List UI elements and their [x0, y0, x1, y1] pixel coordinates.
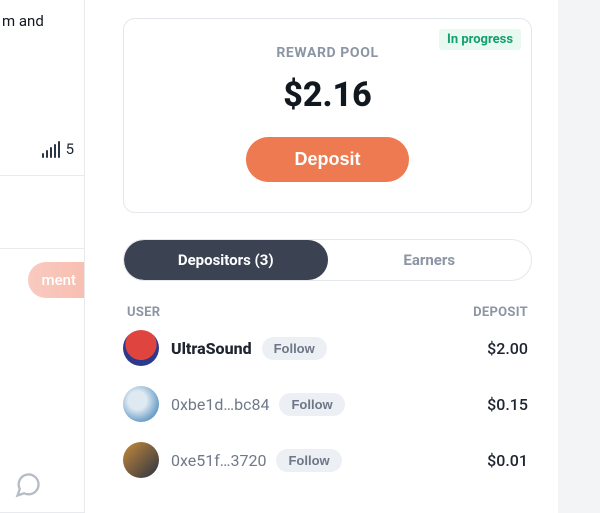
avatar[interactable]: [123, 386, 159, 422]
header-user: USER: [127, 305, 160, 320]
table-row: UltraSound Follow $2.00: [123, 320, 532, 376]
deposit-amount: $0.01: [487, 451, 532, 470]
avatar[interactable]: [123, 442, 159, 478]
tab-depositors[interactable]: Depositors (3): [124, 240, 328, 280]
chat-icon[interactable]: [14, 471, 42, 499]
pool-amount: $2.16: [144, 75, 511, 115]
follow-button[interactable]: Follow: [262, 337, 327, 360]
user-name[interactable]: 0xe51f…3720: [171, 451, 266, 470]
user-name[interactable]: UltraSound: [171, 339, 252, 358]
partial-pill-button[interactable]: ment: [28, 262, 84, 298]
signal-indicator: 5: [42, 140, 74, 158]
header-deposit: DEPOSIT: [473, 305, 528, 320]
table-header: USER DEPOSIT: [123, 305, 532, 320]
follow-button[interactable]: Follow: [279, 393, 344, 416]
avatar[interactable]: [123, 330, 159, 366]
deposit-amount: $0.15: [487, 395, 532, 414]
tabs: Depositors (3) Earners: [123, 239, 532, 281]
deposit-button[interactable]: Deposit: [246, 137, 408, 182]
signal-value: 5: [66, 140, 74, 158]
signal-bars-icon: [42, 141, 60, 158]
follow-button[interactable]: Follow: [276, 449, 341, 472]
reward-pool-card: In progress REWARD POOL $2.16 Deposit: [123, 18, 532, 213]
table-row: 0xbe1d…bc84 Follow $0.15: [123, 376, 532, 432]
divider: [0, 248, 84, 249]
tab-earners[interactable]: Earners: [328, 240, 532, 280]
divider: [0, 175, 84, 176]
table-row: 0xe51f…3720 Follow $0.01: [123, 432, 532, 488]
left-snippet-text: m and: [0, 12, 84, 30]
user-name[interactable]: 0xbe1d…bc84: [171, 395, 269, 414]
main-content: In progress REWARD POOL $2.16 Deposit De…: [85, 0, 558, 513]
status-badge: In progress: [439, 29, 521, 50]
right-gutter: [558, 0, 600, 513]
deposit-amount: $2.00: [487, 339, 532, 358]
left-sidebar: m and 5 ment: [0, 0, 85, 513]
